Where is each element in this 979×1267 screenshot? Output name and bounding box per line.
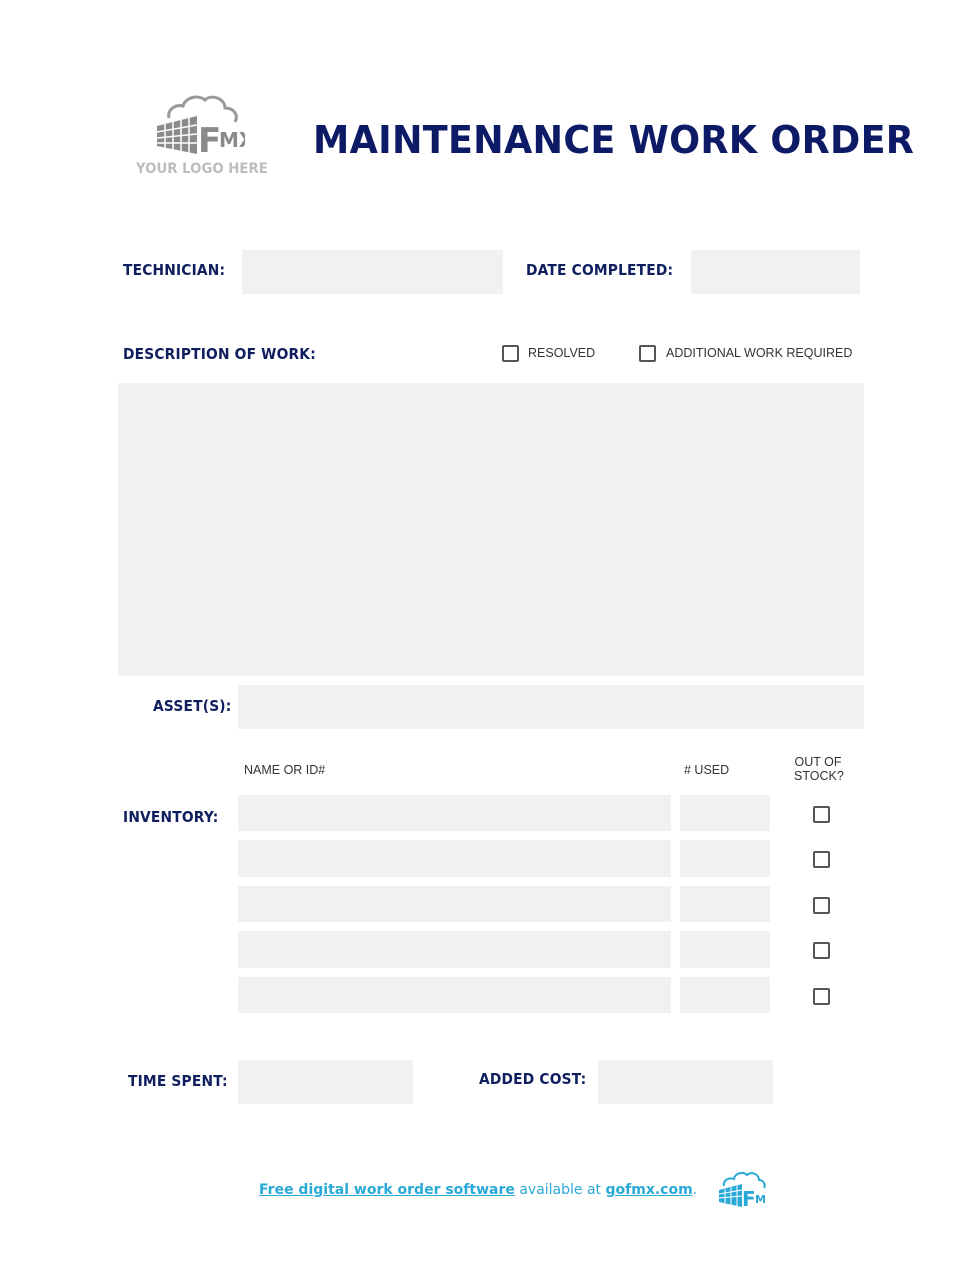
footer-end-text: . <box>692 1182 698 1198</box>
fmx-building-cloud-logo-icon: F MX <box>156 95 245 158</box>
description-label: DESCRIPTION OF WORK: <box>123 345 316 363</box>
gofmx-link[interactable]: gofmx.com <box>606 1182 693 1198</box>
inventory-name-field[interactable] <box>238 977 671 1013</box>
inventory-used-field[interactable] <box>680 977 770 1013</box>
inventory-used-field[interactable] <box>680 840 770 877</box>
svg-text:F: F <box>742 1187 756 1208</box>
page-title: MAINTENANCE WORK ORDER <box>313 118 915 162</box>
added-cost-field[interactable] <box>598 1060 773 1104</box>
assets-field[interactable] <box>238 685 864 729</box>
inventory-name-field[interactable] <box>238 840 671 877</box>
resolved-checkbox[interactable] <box>502 345 519 362</box>
logo-placeholder-text: YOUR LOGO HERE <box>136 161 268 177</box>
time-spent-field[interactable] <box>238 1060 413 1104</box>
inventory-out-of-stock-checkbox[interactable] <box>813 851 830 868</box>
inventory-name-field[interactable] <box>238 795 671 831</box>
description-field[interactable] <box>118 383 864 676</box>
footer-middle-text: available at <box>514 1182 606 1198</box>
time-spent-label: TIME SPENT: <box>128 1072 228 1090</box>
inventory-out-of-stock-checkbox[interactable] <box>813 897 830 914</box>
inventory-out-of-stock-column-header: OUT OF STOCK? <box>794 755 844 783</box>
inventory-label: INVENTORY: <box>123 808 219 826</box>
inventory-out-of-stock-checkbox[interactable] <box>813 942 830 959</box>
inventory-out-of-stock-checkbox[interactable] <box>813 988 830 1005</box>
inventory-used-field[interactable] <box>680 931 770 968</box>
footer: Free digital work order software availab… <box>259 1182 697 1198</box>
technician-field[interactable] <box>242 250 503 294</box>
inventory-out-of-stock-checkbox[interactable] <box>813 806 830 823</box>
svg-text:MX: MX <box>219 128 245 152</box>
additional-work-label: ADDITIONAL WORK REQUIRED <box>666 346 853 360</box>
additional-work-checkbox[interactable] <box>639 345 656 362</box>
assets-label: ASSET(S): <box>153 697 232 715</box>
added-cost-label: ADDED COST: <box>479 1070 587 1088</box>
inventory-used-field[interactable] <box>680 886 770 922</box>
inventory-used-field[interactable] <box>680 795 770 831</box>
svg-text:M: M <box>755 1193 766 1206</box>
date-completed-label: DATE COMPLETED: <box>526 261 674 279</box>
inventory-name-column-header: NAME OR ID# <box>244 763 326 777</box>
fmx-footer-logo-icon: F M <box>718 1171 766 1208</box>
resolved-label: RESOLVED <box>528 346 596 360</box>
inventory-name-field[interactable] <box>238 886 671 922</box>
technician-label: TECHNICIAN: <box>123 261 226 279</box>
logo-brand-text: F <box>198 121 221 158</box>
date-completed-field[interactable] <box>691 250 860 294</box>
free-software-link[interactable]: Free digital work order software <box>259 1182 515 1198</box>
inventory-used-column-header: # USED <box>684 763 730 777</box>
inventory-name-field[interactable] <box>238 931 671 968</box>
